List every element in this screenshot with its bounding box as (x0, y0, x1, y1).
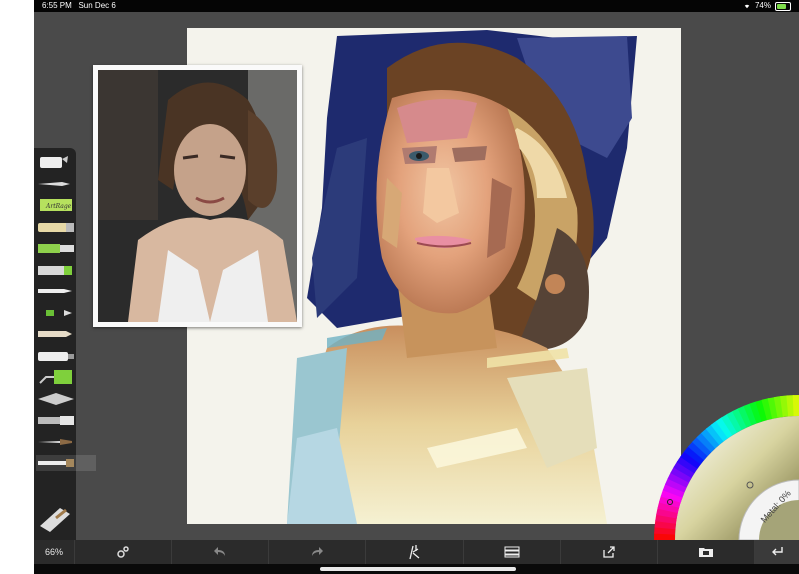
tool-paint-tube[interactable] (36, 348, 76, 364)
svg-text:ArtRage: ArtRage (45, 203, 72, 210)
airbrush-icon (38, 181, 70, 186)
tool-oil-brush[interactable] (36, 455, 96, 471)
marker-icon (38, 244, 74, 253)
settings-icon (117, 546, 129, 558)
tool-palette: ArtRage (34, 148, 96, 540)
app-screen: 6:55 PM Sun Dec 6 74% ArtRage Metal: 0% … (34, 0, 799, 574)
settings-button[interactable] (74, 540, 171, 564)
tool-palette-knife[interactable] (36, 391, 76, 407)
brush-settings-icon (409, 545, 420, 560)
zoom-level[interactable]: 66% (34, 540, 74, 564)
status-right: 74% (743, 0, 791, 12)
share-icon (603, 546, 615, 558)
felt-pen-icon (38, 265, 72, 275)
tool-paint-bucket[interactable] (36, 154, 76, 170)
layers-button[interactable] (462, 540, 560, 564)
zoom-label: 66% (44, 547, 63, 557)
tool-marker[interactable] (36, 240, 76, 256)
gallery-icon (698, 548, 713, 557)
sticker-icon: ArtRage (40, 199, 72, 211)
pencil-icon (38, 309, 72, 316)
hue-segment[interactable] (792, 395, 799, 417)
undo-button[interactable] (171, 540, 268, 564)
tool-felt-pen[interactable] (36, 262, 76, 278)
paint-tube-icon (38, 351, 74, 361)
brush-settings-button[interactable] (365, 540, 462, 564)
share-button[interactable] (559, 540, 657, 564)
layers-icon (504, 546, 520, 558)
reference-photo[interactable] (93, 65, 302, 327)
tool-sticker[interactable]: ArtRage (36, 197, 76, 213)
tool-eraser[interactable] (36, 504, 76, 536)
tool-paint-roller[interactable] (36, 369, 76, 385)
home-indicator-bar (34, 564, 799, 574)
redo-icon (312, 547, 324, 556)
watercolor-brush-icon (38, 438, 72, 445)
tool-pencil[interactable] (36, 305, 76, 321)
paint-roller-icon (39, 370, 72, 384)
return-button[interactable] (753, 540, 799, 564)
status-date: Sun Dec 6 (78, 1, 116, 10)
color-picker[interactable]: Metal: 0% (654, 394, 799, 540)
eraser-icon (40, 508, 70, 532)
status-time: 6:55 PM Sun Dec 6 (42, 1, 116, 10)
gallery-button[interactable] (656, 540, 754, 564)
home-indicator[interactable] (320, 567, 516, 571)
bottom-toolbar: 66% (34, 540, 799, 564)
tool-airbrush[interactable] (36, 176, 76, 192)
tool-inking-pen[interactable] (36, 283, 76, 299)
paint-tube-2-icon (38, 416, 74, 425)
battery-icon (775, 1, 791, 11)
reference-photo-image (98, 70, 297, 322)
redo-button[interactable] (268, 540, 365, 564)
battery-percent: 74% (754, 1, 771, 10)
paint-bucket-icon (40, 156, 68, 168)
tool-watercolor-brush[interactable] (36, 434, 76, 450)
status-bar: 6:55 PM Sun Dec 6 74% (34, 0, 799, 12)
tool-glitter-tube[interactable] (36, 219, 76, 235)
inking-pen-icon (38, 289, 72, 293)
oil-brush-icon (38, 459, 74, 467)
chalk-icon (38, 331, 72, 337)
undo-icon (214, 547, 226, 556)
return-icon (771, 547, 783, 556)
tool-paint-tube-2[interactable] (36, 412, 76, 428)
palette-knife-icon (38, 392, 74, 405)
tool-chalk[interactable] (36, 326, 76, 342)
glitter-tube-icon (38, 222, 74, 232)
wifi-icon (744, 4, 750, 9)
